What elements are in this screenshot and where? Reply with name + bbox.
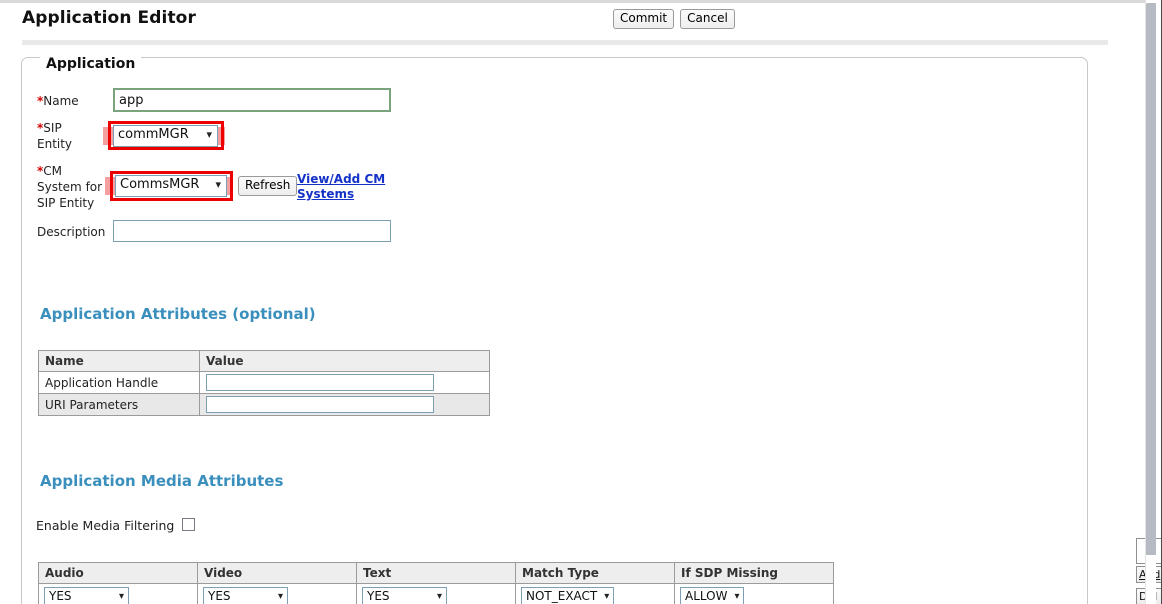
chevron-down-icon: ▾	[277, 590, 283, 602]
col-video: Video	[197, 562, 357, 584]
view-add-cm-systems-link-line2: Systems	[297, 187, 355, 201]
table-header-row: Name Value	[38, 350, 490, 372]
if-sdp-missing-cell: ALLOW ▾	[674, 583, 834, 604]
video-select[interactable]: YES ▾	[203, 587, 288, 604]
match-type-select[interactable]: NOT_EXACT ▾	[521, 587, 615, 604]
enable-media-filtering-label: Enable Media Filtering	[36, 518, 175, 533]
name-label-text: Name	[43, 94, 79, 108]
application-fieldset-legend: Application	[40, 56, 142, 72]
media-header-row: Audio Video Text Match Type If SDP Missi…	[38, 562, 834, 584]
media-attributes-table: Audio Video Text Match Type If SDP Missi…	[38, 562, 834, 604]
vertical-scrollbar-thumb[interactable]	[1146, 3, 1156, 555]
table-row: Application Handle	[38, 371, 490, 394]
header-button-bar: Commit Cancel	[613, 9, 735, 29]
audio-value: YES	[49, 589, 72, 603]
description-label: Description	[37, 225, 106, 239]
chevron-down-icon: ▾	[215, 178, 221, 192]
cm-system-label-line2: System for	[37, 180, 103, 194]
page-title: Application Editor	[22, 8, 196, 28]
match-type-cell: NOT_EXACT ▾	[515, 583, 675, 604]
uri-parameters-input[interactable]	[206, 396, 434, 413]
text-value: YES	[367, 589, 390, 603]
header-divider	[22, 40, 1108, 45]
attr-value-cell	[199, 393, 490, 416]
top-rule	[0, 0, 1146, 3]
description-input[interactable]	[113, 220, 391, 242]
name-input[interactable]	[113, 88, 391, 112]
chevron-down-icon: ▾	[118, 590, 124, 602]
view-add-cm-systems-link-line1: View/Add CM	[297, 172, 386, 186]
sip-entity-select[interactable]: commMGR ▾	[113, 125, 218, 147]
cm-system-value: CommsMGR	[120, 177, 200, 192]
match-type-value: NOT_EXACT	[526, 589, 598, 603]
sip-entity-label-line1: SIP	[43, 121, 62, 135]
attr-value-cell	[199, 371, 490, 394]
chevron-down-icon: ▾	[604, 590, 610, 602]
view-add-cm-systems-link[interactable]: View/Add CM Systems	[297, 172, 385, 202]
cancel-button[interactable]: Cancel	[680, 9, 735, 29]
video-value: YES	[208, 589, 231, 603]
cm-system-label: *CM System for SIP Entity	[37, 163, 102, 211]
audio-cell: YES ▾	[38, 583, 198, 604]
col-value: Value	[199, 350, 490, 372]
name-label: *Name	[37, 93, 79, 109]
cm-system-label-line1: CM	[43, 164, 63, 178]
sip-entity-label: *SIP Entity	[37, 120, 72, 152]
col-audio: Audio	[38, 562, 198, 584]
sip-entity-value: commMGR	[118, 127, 189, 142]
text-select[interactable]: YES ▾	[362, 587, 447, 604]
if-sdp-missing-value: ALLOW	[685, 589, 728, 603]
cm-system-select[interactable]: CommsMGR ▾	[115, 175, 227, 197]
media-row: YES ▾ YES ▾ YES ▾ NOT_EXACT ▾ ALLOW ▾	[38, 583, 834, 604]
attr-name-application-handle: Application Handle	[38, 371, 200, 394]
application-attributes-heading: Application Attributes (optional)	[40, 305, 316, 323]
col-text: Text	[356, 562, 516, 584]
video-cell: YES ▾	[197, 583, 357, 604]
application-editor-page: Application Editor Commit Cancel Applica…	[0, 0, 1162, 604]
refresh-button[interactable]: Refresh	[238, 176, 298, 196]
chevron-down-icon: ▾	[436, 590, 442, 602]
table-row: URI Parameters	[38, 393, 490, 416]
sip-entity-label-line2: Entity	[37, 137, 73, 151]
chevron-down-icon: ▾	[206, 128, 212, 142]
application-attributes-table: Name Value Application Handle URI Parame…	[38, 350, 490, 416]
if-sdp-missing-select[interactable]: ALLOW ▾	[680, 587, 745, 604]
col-name: Name	[38, 350, 200, 372]
text-cell: YES ▾	[356, 583, 516, 604]
application-handle-input[interactable]	[206, 374, 434, 391]
attr-name-uri-parameters: URI Parameters	[38, 393, 200, 416]
cm-system-label-line3: SIP Entity	[37, 196, 95, 210]
audio-select[interactable]: YES ▾	[44, 587, 129, 604]
enable-media-filtering-checkbox[interactable]	[182, 518, 195, 531]
commit-button[interactable]: Commit	[613, 9, 675, 29]
col-if-sdp-missing: If SDP Missing	[674, 562, 834, 584]
col-match-type: Match Type	[515, 562, 675, 584]
application-media-attributes-heading: Application Media Attributes	[40, 472, 284, 490]
chevron-down-icon: ▾	[734, 590, 740, 602]
